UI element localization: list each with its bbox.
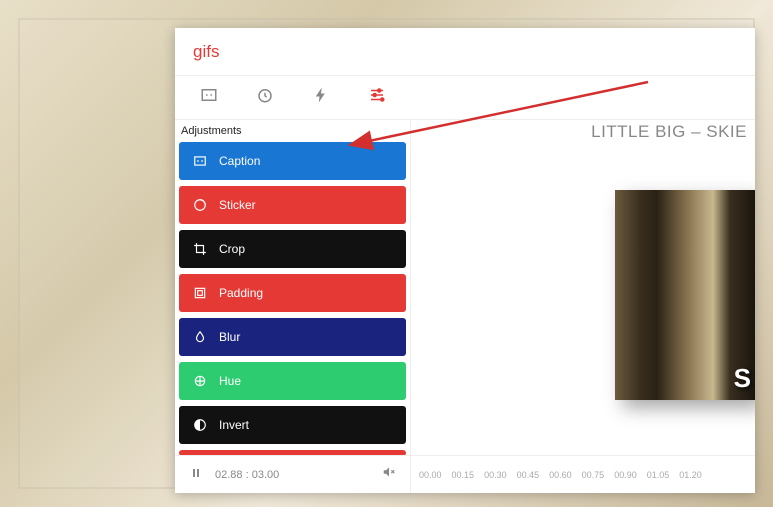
current-time: 02.88	[215, 469, 243, 481]
caption-icon	[191, 154, 209, 168]
adjustment-next-sliver[interactable]	[179, 450, 406, 455]
bolt-icon	[312, 86, 330, 109]
header: gifs	[175, 28, 755, 76]
timeline-tick: 00.90	[614, 470, 637, 480]
preview-pane: LITTLE BIG – SKIE S	[411, 120, 755, 455]
timeline[interactable]: 00.00 00.15 00.30 00.45 00.60 00.75 00.9…	[411, 456, 755, 493]
hue-icon	[191, 374, 209, 388]
video-overlay-letter: S	[734, 363, 751, 394]
adjustments-list[interactable]: Caption Sticker Crop	[175, 142, 410, 455]
adjustment-label: Hue	[219, 374, 241, 388]
timeline-tick: 01.20	[679, 470, 702, 480]
timeline-tick: 01.05	[647, 470, 670, 480]
caption-tool-icon	[200, 86, 218, 109]
adjustment-caption[interactable]: Caption	[179, 142, 406, 180]
video-preview-frame[interactable]: S	[615, 190, 755, 400]
video-title: LITTLE BIG – SKIE	[411, 120, 755, 142]
app-window: gifs Adjustments	[175, 28, 755, 493]
adjustment-blur[interactable]: Blur	[179, 318, 406, 356]
volume-muted-icon	[382, 465, 396, 484]
crop-icon	[191, 242, 209, 256]
app-title: gifs	[193, 42, 219, 62]
adjustment-sticker[interactable]: Sticker	[179, 186, 406, 224]
pause-icon	[190, 466, 202, 484]
total-time: 03.00	[252, 469, 280, 481]
player-controls: 02.88 : 03.00	[175, 456, 411, 493]
adjustment-label: Invert	[219, 418, 249, 432]
adjustment-label: Sticker	[219, 198, 256, 212]
timeline-tick: 00.00	[419, 470, 442, 480]
sliders-icon	[368, 86, 386, 109]
adjustments-sidebar: Adjustments Caption Sticker	[175, 120, 411, 455]
blur-icon	[191, 330, 209, 344]
toolbar-caption-tool[interactable]	[181, 76, 237, 120]
invert-icon	[191, 418, 209, 432]
main-area: Adjustments Caption Sticker	[175, 120, 755, 455]
adjustment-label: Crop	[219, 242, 245, 256]
time-display: 02.88 : 03.00	[215, 469, 376, 481]
mute-button[interactable]	[376, 462, 402, 488]
play-pause-button[interactable]	[183, 462, 209, 488]
adjustment-label: Caption	[219, 154, 260, 168]
timeline-tick: 00.45	[517, 470, 540, 480]
adjustment-label: Padding	[219, 286, 263, 300]
timeline-tick: 00.30	[484, 470, 507, 480]
toolbar	[175, 76, 755, 120]
section-label: Adjustments	[175, 120, 410, 142]
adjustment-padding[interactable]: Padding	[179, 274, 406, 312]
adjustment-hue[interactable]: Hue	[179, 362, 406, 400]
sticker-icon	[191, 198, 209, 212]
timer-icon	[256, 86, 274, 109]
toolbar-speed-tool[interactable]	[293, 76, 349, 120]
timeline-tick: 00.60	[549, 470, 572, 480]
timeline-tick: 00.75	[582, 470, 605, 480]
footer: 02.88 : 03.00 00.00 00.15 00.30 00.45 00…	[175, 455, 755, 493]
adjustment-label: Blur	[219, 330, 240, 344]
timeline-tick: 00.15	[452, 470, 475, 480]
padding-icon	[191, 286, 209, 300]
adjustment-crop[interactable]: Crop	[179, 230, 406, 268]
toolbar-adjustments-tool[interactable]	[349, 76, 405, 120]
adjustment-invert[interactable]: Invert	[179, 406, 406, 444]
toolbar-timer-tool[interactable]	[237, 76, 293, 120]
